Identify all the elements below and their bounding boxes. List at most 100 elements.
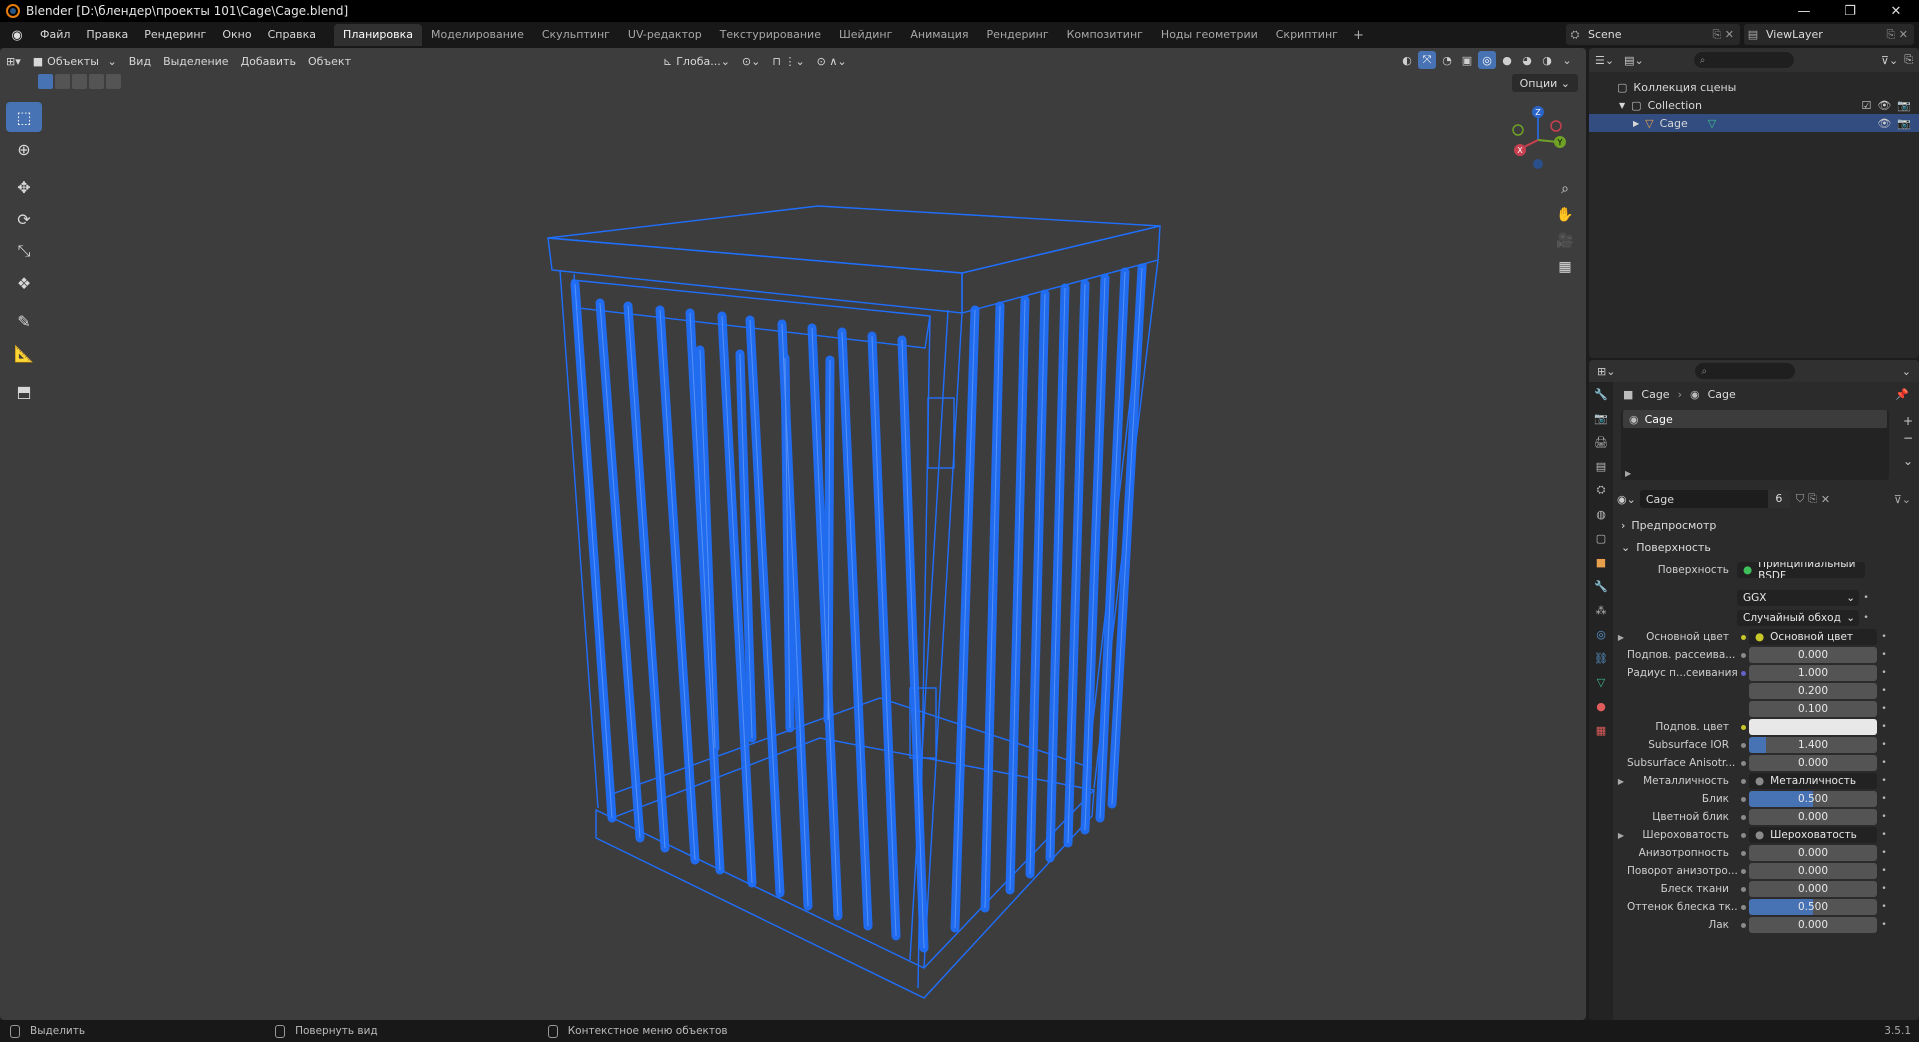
keyframe-dot-icon[interactable]: • (1877, 794, 1891, 804)
number-field[interactable]: 0.100 (1749, 701, 1877, 717)
modifier-tab-icon[interactable]: 🔧 (1589, 574, 1613, 598)
3d-viewport[interactable]: ⊞▾ ■ Объекты ⌄ Вид Выделение Добавить Об… (0, 48, 1586, 1020)
number-field[interactable]: 0.000 (1749, 647, 1877, 663)
object-tab-icon[interactable]: ■ (1589, 550, 1613, 574)
socket-dot-icon[interactable] (1737, 811, 1749, 823)
navigation-gizmo[interactable]: Z Y X (1506, 102, 1576, 172)
data-tab-icon[interactable]: ▽ (1589, 670, 1613, 694)
keyframe-dot-icon[interactable]: • (1859, 593, 1873, 603)
display-mode-icon[interactable]: ▤⌄ (1624, 54, 1644, 67)
outliner-row-scene-collection[interactable]: ▢ Коллекция сцены (1589, 78, 1919, 96)
expand-triangle-icon[interactable]: ▶ (1625, 469, 1631, 478)
keyframe-dot-icon[interactable]: • (1877, 830, 1891, 840)
menu-window[interactable]: Окно (214, 22, 259, 48)
linked-input-field[interactable]: ● Металличность (1749, 773, 1877, 789)
socket-dot-icon[interactable] (1737, 721, 1749, 733)
particles-tab-icon[interactable]: ⁂ (1589, 598, 1613, 622)
material-slot-list[interactable]: ◉ Cage ▶ (1621, 410, 1889, 480)
render-camera-icon[interactable]: 📷 (1897, 99, 1911, 112)
tab-animation[interactable]: Анимация (901, 24, 977, 46)
browse-material-icon[interactable]: ◉⌄ (1617, 493, 1636, 506)
keyframe-dot-icon[interactable]: • (1859, 613, 1873, 623)
number-field[interactable]: 0.000 (1749, 863, 1877, 879)
number-field[interactable]: 1.400 (1749, 737, 1877, 753)
tab-rendering[interactable]: Рендеринг (978, 24, 1058, 46)
socket-dot-icon[interactable] (1737, 757, 1749, 769)
keyframe-dot-icon[interactable]: • (1877, 704, 1891, 714)
material-slot-item[interactable]: ◉ Cage (1623, 410, 1887, 428)
material-name-field[interactable]: Cage 6 (1639, 490, 1790, 508)
socket-dot-icon[interactable] (1737, 739, 1749, 751)
disclosure-triangle-icon[interactable]: ▶ (1633, 119, 1639, 128)
outliner-row-cage[interactable]: ▶ ▽ Cage ▽ 👁 📷 (1589, 114, 1919, 132)
view-layer-tab-icon[interactable]: ▤ (1589, 454, 1613, 478)
keyframe-dot-icon[interactable]: • (1877, 722, 1891, 732)
render-camera-icon[interactable]: 📷 (1897, 117, 1911, 130)
texture-tab-icon[interactable]: ▦ (1589, 718, 1613, 742)
number-field[interactable]: 0.000 (1749, 917, 1877, 933)
remove-slot-button[interactable]: − (1903, 431, 1913, 445)
scene-tab-icon[interactable]: ⛭ (1589, 478, 1613, 502)
expand-triangle-icon[interactable]: ▶ (1615, 831, 1627, 840)
keyframe-dot-icon[interactable]: • (1877, 866, 1891, 876)
camera-view-icon[interactable]: 🎥 (1554, 228, 1576, 254)
outliner-row-collection[interactable]: ▼ ▢ Collection ☑ 👁 📷 (1589, 96, 1919, 114)
perspective-grid-icon[interactable]: ▦ (1554, 254, 1576, 280)
fake-user-shield-icon[interactable]: ⛉ (1796, 492, 1804, 506)
tab-scripting[interactable]: Скриптинг (1267, 24, 1347, 46)
material-tab-icon[interactable]: ● (1589, 694, 1613, 718)
tab-texture-paint[interactable]: Текстурирование (711, 24, 830, 46)
expand-triangle-icon[interactable]: ▶ (1615, 633, 1627, 642)
number-field[interactable]: 0.000 (1749, 881, 1877, 897)
socket-dot-icon[interactable] (1737, 775, 1749, 787)
physics-tab-icon[interactable]: ◎ (1589, 622, 1613, 646)
user-count[interactable]: 6 (1767, 490, 1790, 508)
minimize-button[interactable]: — (1781, 0, 1827, 22)
pan-hand-icon[interactable]: ✋ (1554, 202, 1576, 228)
eye-icon[interactable]: 👁 (1877, 117, 1891, 130)
keyframe-dot-icon[interactable]: • (1877, 758, 1891, 768)
subsurface-method-dropdown[interactable]: Случайный обход ⌄ (1737, 610, 1859, 626)
restore-button[interactable]: ❐ (1827, 0, 1873, 22)
socket-dot-icon[interactable] (1737, 703, 1749, 715)
keyframe-dot-icon[interactable]: • (1877, 776, 1891, 786)
menu-render[interactable]: Рендеринг (136, 22, 214, 48)
keyframe-dot-icon[interactable]: • (1877, 686, 1891, 696)
socket-dot-icon[interactable] (1737, 667, 1749, 679)
pin-icon[interactable]: 📌 (1895, 388, 1909, 401)
tab-modeling[interactable]: Моделирование (422, 24, 533, 46)
mesh-data-icon[interactable]: ▽ (1708, 117, 1716, 130)
disclosure-triangle-icon[interactable]: ▼ (1619, 101, 1625, 110)
keyframe-dot-icon[interactable]: • (1877, 884, 1891, 894)
add-slot-button[interactable]: + (1903, 414, 1913, 428)
outliner-editor-icon[interactable]: ☰⌄ (1595, 54, 1614, 67)
close-button[interactable]: ✕ (1873, 0, 1919, 22)
number-field[interactable]: 1.000 (1749, 665, 1877, 681)
socket-dot-icon[interactable] (1737, 919, 1749, 931)
socket-dot-icon[interactable] (1737, 847, 1749, 859)
socket-dot-icon[interactable] (1737, 631, 1749, 643)
tab-geometry-nodes[interactable]: Ноды геометрии (1152, 24, 1267, 46)
expand-triangle-icon[interactable]: ▶ (1615, 777, 1627, 786)
duplicate-layer-icon[interactable]: ⎘ ✕ (1886, 28, 1908, 42)
socket-dot-icon[interactable] (1737, 685, 1749, 697)
collection-tab-icon[interactable]: ▢ (1589, 526, 1613, 550)
number-field[interactable]: 0.500 (1749, 899, 1877, 915)
render-tab-icon[interactable]: 📷 (1589, 406, 1613, 430)
number-field[interactable]: 0.200 (1749, 683, 1877, 699)
add-workspace-button[interactable]: + (1347, 28, 1370, 43)
new-collection-icon[interactable]: ⎘ (1904, 53, 1913, 67)
color-swatch-field[interactable] (1749, 719, 1877, 735)
duplicate-material-icon[interactable]: ⎘ (1808, 492, 1817, 506)
keyframe-dot-icon[interactable]: • (1877, 740, 1891, 750)
number-field[interactable]: 0.500 (1749, 791, 1877, 807)
tab-layout[interactable]: Планировка (334, 24, 423, 46)
menu-edit[interactable]: Правка (78, 22, 136, 48)
view-layer-name[interactable]: ViewLayer (1766, 28, 1823, 41)
socket-dot-icon[interactable] (1737, 865, 1749, 877)
number-field[interactable]: 0.000 (1749, 845, 1877, 861)
filter-icon[interactable]: ⊽⌄ (1881, 54, 1898, 67)
socket-dot-icon[interactable] (1737, 829, 1749, 841)
properties-editor-icon[interactable]: ⊞⌄ (1597, 365, 1615, 378)
blender-menu-icon[interactable]: ◉ (8, 26, 26, 44)
